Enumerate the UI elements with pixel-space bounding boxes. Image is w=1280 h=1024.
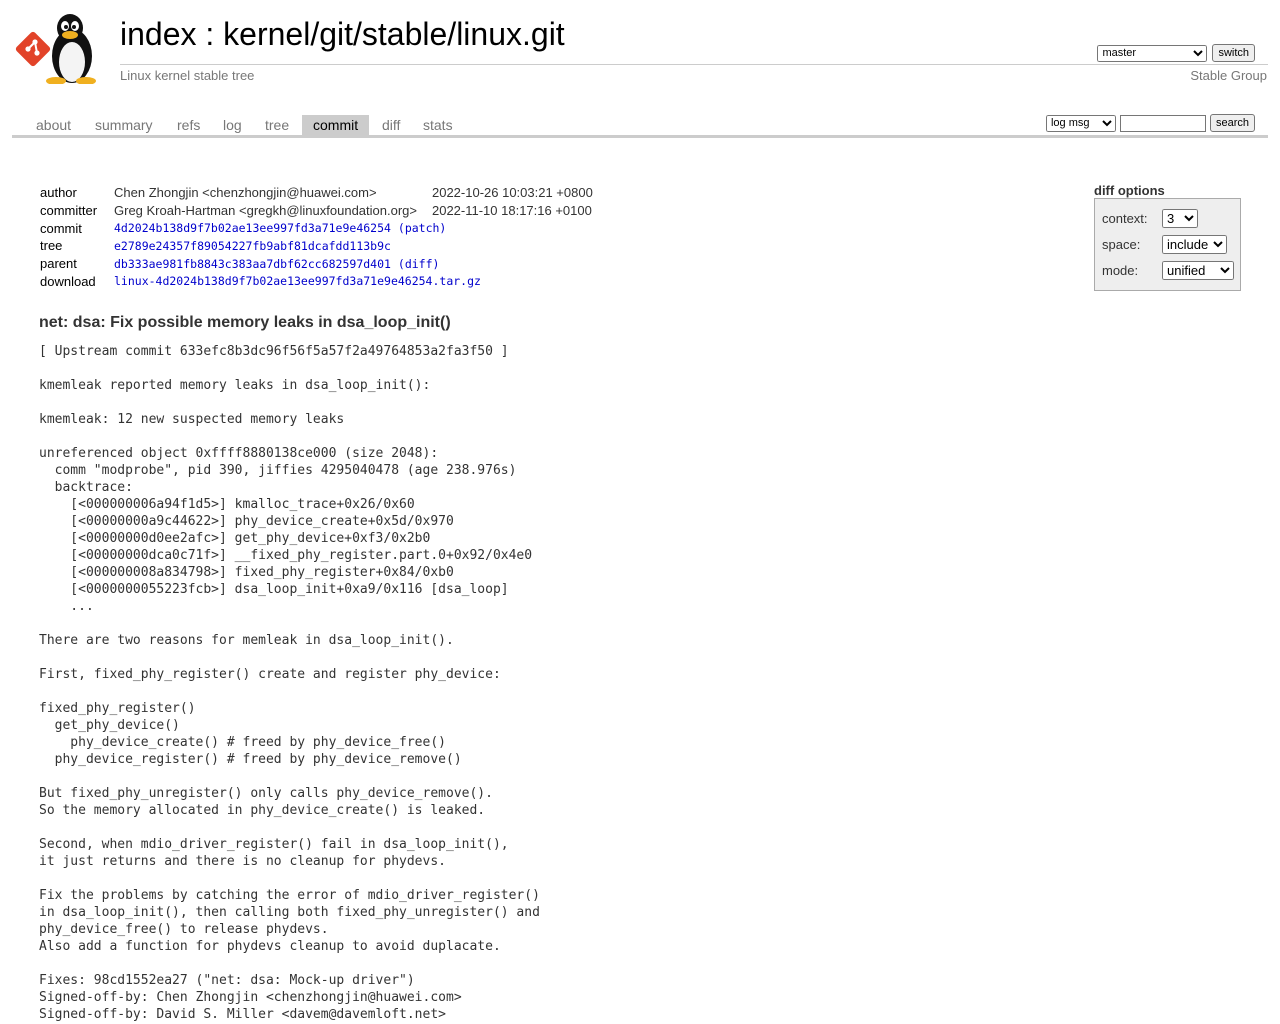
diff-options-title: diff options [1094,183,1165,198]
search-form: log msg search [1045,114,1255,132]
author-label: author [40,185,77,201]
download-cell: linux-4d2024b138d9f7b02ae13ee997fd3a71e9… [111,272,596,290]
tab-log[interactable]: log [212,115,253,135]
tree-row: tree e2789e24357f89054227fb9abf81dcafdd1… [37,237,596,255]
tree-hash-link[interactable]: e2789e24357f89054227fb9abf81dcafdd113b9c [114,239,391,253]
repo-description: Linux kernel stable tree [120,68,255,83]
tab-diff[interactable]: diff [371,115,411,135]
search-type-select[interactable]: log msg [1045,114,1116,132]
patch-link[interactable]: (patch) [398,221,446,235]
index-link[interactable]: index [120,16,197,52]
switch-button[interactable]: switch [1212,44,1255,62]
download-row: download linux-4d2024b138d9f7b02ae13ee99… [37,272,596,290]
repo-link[interactable]: kernel/git/stable/linux.git [223,16,565,52]
commit-label: commit [40,220,82,236]
download-link[interactable]: linux-4d2024b138d9f7b02ae13ee997fd3a71e9… [114,274,481,288]
committer-date: 2022-11-10 18:17:16 +0100 [431,203,592,219]
branch-select[interactable]: master [1097,44,1208,62]
space-select[interactable]: include [1162,235,1227,254]
parent-label: parent [40,256,77,272]
committer-label: committer [40,203,98,219]
context-label: context: [1102,211,1148,226]
title-separator: : [196,16,224,52]
search-button[interactable]: search [1209,114,1255,132]
page-title: index : kernel/git/stable/linux.git [120,16,565,53]
committer-value: Greg Kroah-Hartman <gregkh@linuxfoundati… [114,203,417,219]
tux-penguin-icon [46,14,96,85]
author-date: 2022-10-26 10:03:21 +0800 [431,185,593,201]
header-divider [120,64,1268,65]
parent-diff-link[interactable]: (diff) [398,257,440,271]
tab-about[interactable]: about [25,115,82,135]
tab-refs[interactable]: refs [166,115,211,135]
tree-label: tree [40,238,63,254]
author-value: Chen Zhongjin <chenzhongjin@huawei.com> [114,185,377,201]
commit-hash-cell: 4d2024b138d9f7b02ae13ee997fd3a71e9e46254… [111,219,596,237]
tab-tree[interactable]: tree [254,115,300,135]
commit-row: commit 4d2024b138d9f7b02ae13ee997fd3a71e… [37,219,596,237]
branch-switch-form: master switch [1097,44,1255,62]
parent-hash-cell: db333ae981fb8843c383aa7dbf62cc682597d401… [111,255,596,273]
parent-hash-link[interactable]: db333ae981fb8843c383aa7dbf62cc682597d401 [114,257,391,271]
cgit-logo[interactable] [14,12,110,85]
parent-row: parent db333ae981fb8843c383aa7dbf62cc682… [37,255,596,273]
tab-stats[interactable]: stats [412,115,464,135]
tree-hash-cell: e2789e24357f89054227fb9abf81dcafdd113b9c [111,237,596,255]
diff-options-panel: context: 3 space: include mode: unified [1094,198,1241,291]
commit-info-table: author Chen Zhongjin <chenzhongjin@huawe… [37,184,596,290]
commit-message-body: [ Upstream commit 633efc8b3dc96f56f5a57f… [39,344,540,1022]
commit-hash-link[interactable]: 4d2024b138d9f7b02ae13ee997fd3a71e9e46254 [114,221,391,235]
author-row: author Chen Zhongjin <chenzhongjin@huawe… [37,184,596,202]
space-label: space: [1102,237,1141,252]
mode-select[interactable]: unified [1162,261,1234,280]
context-select[interactable]: 3 [1162,209,1198,228]
search-input[interactable] [1119,114,1206,132]
commit-subject: net: dsa: Fix possible memory leaks in d… [39,314,451,331]
mode-label: mode: [1102,263,1139,278]
download-label: download [40,273,96,289]
committer-row: committer Greg Kroah-Hartman <gregkh@lin… [37,202,596,220]
repo-owner: Stable Group [1190,68,1267,83]
git-logo-icon [15,31,51,67]
tab-summary[interactable]: summary [84,115,164,135]
tab-commit[interactable]: commit [302,115,370,135]
